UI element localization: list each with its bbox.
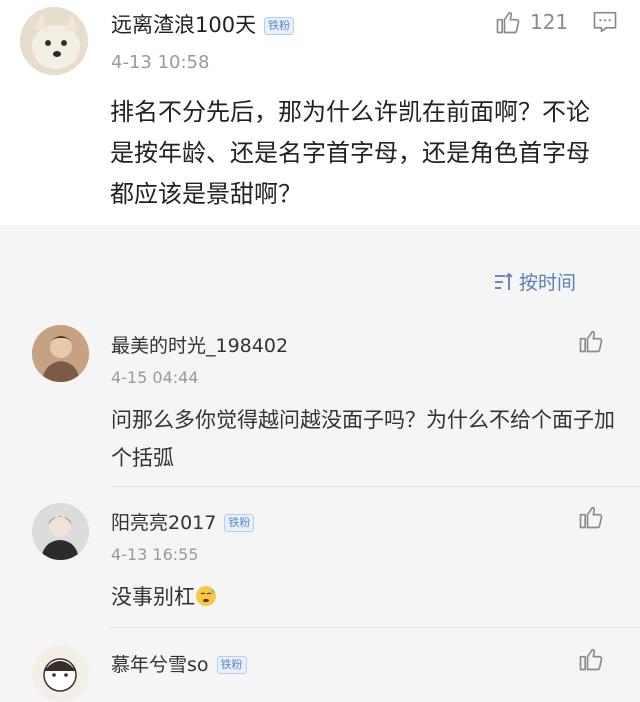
- fan-badge: 铁粉: [216, 656, 247, 674]
- like-count: 121: [530, 10, 569, 34]
- username[interactable]: 远离渣浪100天 铁粉: [111, 9, 295, 39]
- avatar[interactable]: [32, 325, 89, 382]
- comment-button[interactable]: [591, 8, 619, 40]
- username[interactable]: 最美的时光_198402: [111, 331, 288, 358]
- reply-text-content: 没事别杠: [111, 585, 195, 609]
- person-avatar-image: [32, 503, 89, 560]
- fan-badge: 铁粉: [224, 514, 255, 532]
- divider: [111, 486, 640, 487]
- timestamp: 4-13 16:55: [111, 545, 199, 564]
- thumbs-up-icon: [496, 11, 520, 34]
- person-avatar-image: [32, 325, 89, 382]
- post-text: 排名不分先后，那为什么许凯在前面啊？不论是按年龄、还是名字首字母，还是角色首字母…: [110, 98, 590, 208]
- like-button[interactable]: 121: [494, 8, 568, 36]
- divider: [111, 627, 640, 628]
- thumbs-up-icon: [579, 330, 603, 353]
- username-text[interactable]: 远离渣浪100天: [111, 13, 256, 37]
- like-button[interactable]: [577, 645, 605, 677]
- avatar[interactable]: [32, 503, 89, 560]
- username-text[interactable]: 阳亮亮2017: [111, 512, 216, 534]
- thumbs-up-icon: [579, 506, 603, 529]
- comment-icon: [593, 11, 617, 33]
- timestamp: 4-15 04:44: [111, 368, 199, 387]
- dog-avatar-image: [20, 7, 88, 75]
- thumbs-up-icon: [579, 648, 603, 671]
- fan-badge: 铁粉: [264, 17, 295, 35]
- sort-by-time-button[interactable]: 按时间: [493, 268, 576, 295]
- avatar[interactable]: [32, 645, 89, 702]
- timestamp: 4-13 10:58: [111, 52, 210, 73]
- sweat-face-emoji: [196, 586, 216, 606]
- cartoon-avatar-image: [32, 645, 89, 702]
- avatar[interactable]: [20, 7, 88, 75]
- main-post: 远离渣浪100天 铁粉 4-13 10:58 排名不分先后，那为什么许凯在前面啊？…: [0, 0, 640, 225]
- reply-text: 问那么多你觉得越问越没面子吗？为什么不给个面子加个括弧: [111, 408, 615, 470]
- username-text[interactable]: 慕年兮雪so: [111, 654, 209, 676]
- sort-icon: [495, 272, 513, 290]
- username[interactable]: 慕年兮雪so 铁粉: [111, 650, 247, 677]
- like-button[interactable]: [577, 503, 605, 535]
- username[interactable]: 阳亮亮2017 铁粉: [111, 508, 255, 535]
- reply-text: 没事别杠: [111, 578, 616, 616]
- sort-label[interactable]: 按时间: [519, 268, 576, 295]
- like-button[interactable]: [577, 327, 605, 359]
